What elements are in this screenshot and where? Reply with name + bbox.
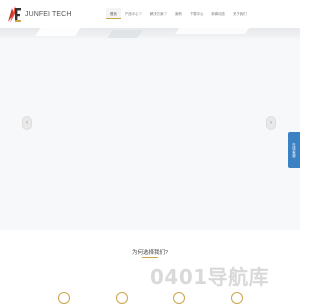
nav-item-news[interactable]: 新闻动态 [207, 8, 229, 19]
online-service-tab[interactable]: 在线客服 [288, 132, 300, 168]
site-header: JUNFEI TECH 首页 产品中心 ▽ 解决方案 ▽ 案例 下载中心 新闻动… [0, 0, 300, 29]
nav-item-products[interactable]: 产品中心 ▽ [121, 8, 146, 19]
nav-item-downloads[interactable]: 下载中心 [186, 8, 208, 19]
feature-icon [58, 292, 70, 304]
brand-logo[interactable]: JUNFEI TECH [6, 3, 71, 25]
chevron-left-icon: ‹ [26, 120, 28, 126]
nav-item-home[interactable]: 首页 [106, 8, 121, 19]
brand-name: JUNFEI TECH [25, 10, 72, 18]
hero-decor-shape [175, 28, 255, 34]
title-underline [142, 257, 158, 258]
slider-next-button[interactable]: › [266, 116, 276, 130]
hero-decor-shape [35, 28, 85, 36]
watermark-text: 0401导航库 [150, 264, 270, 289]
chevron-right-icon: › [270, 120, 272, 126]
hero-banner-image [0, 28, 300, 40]
main-nav: 首页 产品中心 ▽ 解决方案 ▽ 案例 下载中心 新闻动态 关于我们 [106, 8, 251, 22]
online-service-label: 在线客服 [291, 142, 296, 158]
feature-icon [173, 292, 185, 304]
section-title: 为何选择我们? [131, 250, 169, 256]
nav-item-about[interactable]: 关于我们 [229, 8, 251, 19]
nav-item-solutions[interactable]: 解决方案 ▽ [146, 8, 171, 19]
feature-icon [231, 292, 243, 304]
feature-icon [116, 292, 128, 304]
logo-mark-icon [8, 6, 21, 23]
hero-decor-shape [107, 30, 143, 38]
slider-prev-button[interactable]: ‹ [22, 116, 32, 130]
hero-slider [0, 28, 300, 230]
nav-item-cases[interactable]: 案例 [171, 8, 186, 19]
